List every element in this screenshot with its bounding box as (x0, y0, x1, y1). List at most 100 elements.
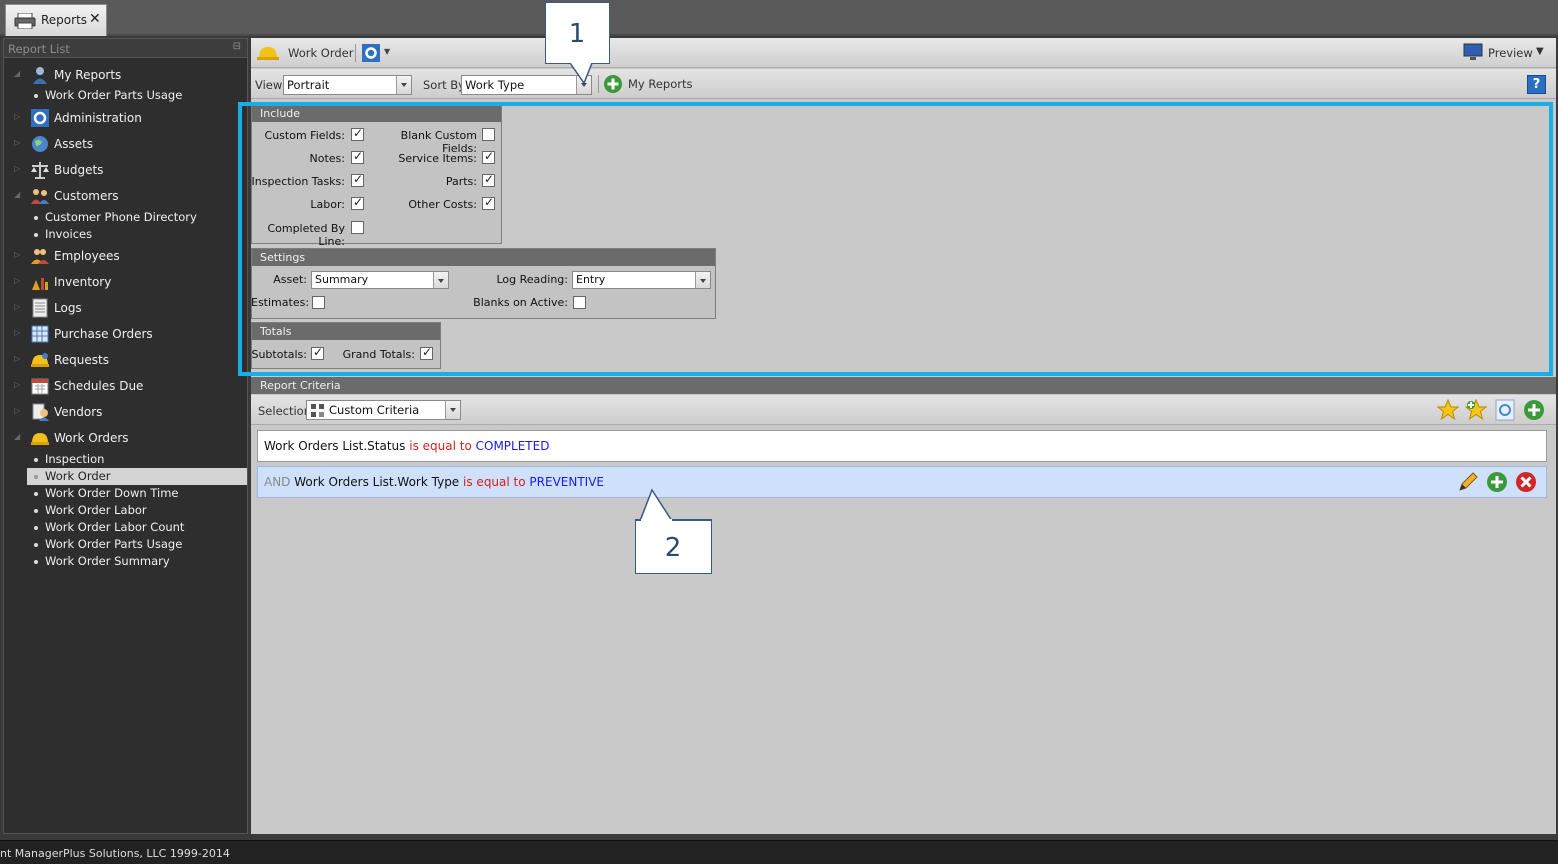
add-icon (604, 75, 622, 93)
bullet-icon (34, 492, 38, 496)
callout-2: 2 (635, 519, 712, 574)
callout-2-number: 2 (664, 533, 682, 563)
delete-condition-icon[interactable] (1515, 471, 1537, 493)
sidebar-cat-label: Administration (54, 111, 142, 125)
view-select-value: Portrait (287, 78, 330, 92)
add-favorite-star-icon[interactable] (1465, 399, 1487, 421)
scales-icon (31, 162, 49, 179)
sidebar-cat-my-reports[interactable]: ◢ My Reports (4, 63, 247, 87)
dropdown-arrow-icon[interactable] (396, 76, 411, 94)
work-orders-hardhat-icon (31, 433, 49, 445)
tab-reports-label: Reports (41, 13, 88, 27)
criteria-toolbar: Selection Custom Criteria (251, 395, 1556, 425)
collapse-arrow-icon[interactable]: ◢ (14, 432, 20, 441)
expand-arrow-icon[interactable]: ▷ (14, 138, 20, 147)
administration-gear-icon (31, 109, 49, 127)
sort-by-select-value: Work Type (465, 78, 525, 92)
sidebar-item-customer-phone-directory[interactable]: Customer Phone Directory (27, 209, 247, 226)
sidebar-cat-customers[interactable]: ◢ Customers (4, 184, 247, 208)
sidebar-item-label: Inspection (45, 452, 105, 466)
customers-icon (31, 189, 49, 204)
sidebar-cat-administration[interactable]: ▷ Administration (4, 106, 247, 130)
bullet-icon (34, 475, 38, 479)
preview-button[interactable]: Preview ▼ (1463, 43, 1549, 63)
sidebar-cat-label: Budgets (54, 163, 104, 177)
sidebar-item-label: Work Order (45, 469, 111, 483)
add-criteria-icon[interactable] (1523, 399, 1545, 421)
sidebar-cat-schedules-due[interactable]: ▷ Schedules Due (4, 374, 247, 398)
sidebar-cat-label: Inventory (54, 275, 112, 289)
chevron-down-icon: ▼ (384, 47, 391, 56)
sidebar-item-work-order-down-time[interactable]: Work Order Down Time (27, 485, 247, 502)
sidebar-item-label: Work Order Labor Count (45, 520, 185, 534)
copyright-text: nt ManagerPlus Solutions, LLC 1999-2014 (0, 847, 230, 860)
sidebar-item-invoices[interactable]: Invoices (27, 226, 247, 243)
collapse-arrow-icon[interactable]: ◢ (14, 69, 20, 78)
sidebar-cat-label: Customers (54, 189, 119, 203)
collapse-arrow-icon[interactable]: ◢ (14, 190, 20, 199)
sidebar-cat-work-orders[interactable]: ◢ Work Orders (4, 426, 247, 450)
selection-select[interactable]: Custom Criteria (306, 400, 461, 420)
bullet-icon (34, 509, 38, 513)
expand-arrow-icon[interactable]: ▷ (14, 164, 20, 173)
expand-arrow-icon[interactable]: ▷ (14, 380, 20, 389)
settings-menu-button[interactable]: ▼ (361, 43, 393, 63)
sidebar-item-label: Work Order Parts Usage (45, 88, 183, 102)
dropdown-arrow-icon[interactable] (445, 401, 460, 419)
callout-2-border-left (635, 519, 641, 521)
sidebar-cat-label: Work Orders (54, 431, 129, 445)
favorite-star-icon[interactable] (1437, 399, 1459, 421)
sidebar-item-work-order-summary[interactable]: Work Order Summary (27, 553, 247, 570)
sidebar-cat-vendors[interactable]: ▷ Vendors (4, 400, 247, 424)
criteria-row[interactable]: Work Orders List.Status is equal to COMP… (257, 430, 1547, 462)
sidebar-cat-purchase-orders[interactable]: ▷ Purchase Orders (4, 322, 247, 346)
chevron-down-icon: ▼ (1536, 46, 1544, 57)
bullet-icon (34, 543, 38, 547)
sidebar-cat-label: Employees (54, 249, 120, 263)
expand-arrow-icon[interactable]: ▷ (14, 328, 20, 337)
expand-arrow-icon[interactable]: ▷ (14, 354, 20, 363)
sidebar-item-inspection[interactable]: Inspection (27, 451, 247, 468)
refresh-criteria-icon[interactable] (1494, 399, 1516, 421)
bullet-icon (34, 233, 38, 237)
criteria-field: Work Orders List.Status (264, 439, 406, 453)
sidebar-item-label: Work Order Down Time (45, 486, 179, 500)
report-title-bar: Work Order ▼ Preview ▼ (251, 38, 1556, 68)
view-select[interactable]: Portrait (283, 75, 412, 95)
help-icon[interactable]: ? (1527, 75, 1546, 94)
my-reports-label: My Reports (628, 77, 693, 91)
sidebar-item-work-order[interactable]: Work Order (27, 468, 247, 485)
criteria-row-selected[interactable]: AND Work Orders List.Work Type is equal … (257, 466, 1547, 498)
sidebar-item-work-order-parts-usage[interactable]: Work Order Parts Usage (27, 87, 247, 104)
expand-arrow-icon[interactable]: ▷ (14, 112, 20, 121)
criteria-row-text: Work Orders List.Status is equal to COMP… (264, 439, 549, 453)
sidebar-cat-employees[interactable]: ▷ Employees (4, 244, 247, 268)
sidebar-cat-label: Requests (54, 353, 109, 367)
gear-icon (362, 44, 380, 62)
sidebar-cat-budgets[interactable]: ▷ Budgets (4, 158, 247, 182)
add-condition-icon[interactable] (1486, 471, 1508, 493)
view-toolbar: View Portrait Sort By Work Type My Repor… (251, 69, 1556, 99)
tab-reports[interactable]: Reports ✕ (5, 4, 107, 36)
calendar-icon (31, 378, 49, 395)
sidebar-item-work-order-parts-usage-2[interactable]: Work Order Parts Usage (27, 536, 247, 553)
edit-pencil-icon[interactable] (1457, 471, 1479, 493)
expand-arrow-icon[interactable]: ▷ (14, 302, 20, 311)
sidebar-item-work-order-labor[interactable]: Work Order Labor (27, 502, 247, 519)
close-icon[interactable]: ✕ (89, 11, 101, 27)
my-reports-button[interactable]: My Reports (603, 74, 693, 94)
expand-arrow-icon[interactable]: ▷ (14, 250, 20, 259)
criteria-value: PREVENTIVE (529, 475, 605, 489)
expand-arrow-icon[interactable]: ▷ (14, 276, 20, 285)
pin-icon[interactable]: ⊟ (233, 41, 241, 52)
bullet-icon (34, 216, 38, 220)
bullet-icon (34, 458, 38, 462)
report-list-sidebar: Report List ⊟ ◢ My Reports Work Order Pa… (3, 38, 248, 834)
sidebar-cat-inventory[interactable]: ▷ Inventory (4, 270, 247, 294)
sidebar-cat-assets[interactable]: ▷ Assets (4, 132, 247, 156)
sidebar-cat-requests[interactable]: ▷ Requests (4, 348, 247, 372)
sidebar-item-work-order-labor-count[interactable]: Work Order Labor Count (27, 519, 247, 536)
sidebar-cat-logs[interactable]: ▷ Logs (4, 296, 247, 320)
user-icon (33, 67, 47, 84)
expand-arrow-icon[interactable]: ▷ (14, 406, 20, 415)
